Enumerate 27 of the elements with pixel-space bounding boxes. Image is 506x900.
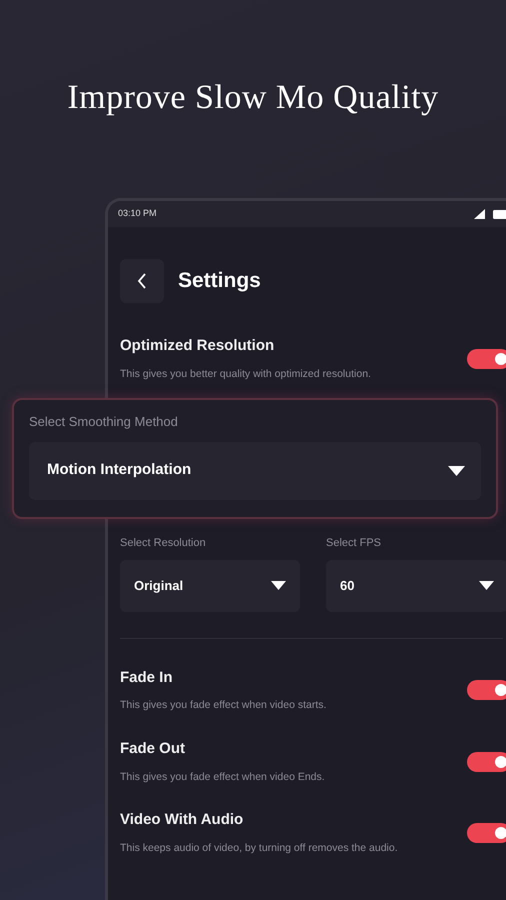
dropdown[interactable]: 60 (326, 560, 506, 612)
dropdown-caret-icon (271, 581, 286, 590)
page-title: Settings (178, 268, 261, 294)
setting-title: Fade Out (120, 739, 186, 759)
toggle-switch[interactable] (467, 348, 506, 369)
dropdown-caret-icon (479, 581, 494, 590)
signal-icon (474, 209, 485, 219)
battery-icon (493, 210, 506, 218)
dropdown[interactable]: Original (120, 560, 300, 612)
toggle-switch[interactable] (467, 822, 506, 843)
back-icon (137, 272, 147, 290)
field-label: Select Smoothing Method (29, 413, 179, 431)
setting-title: Video With Audio (120, 810, 244, 830)
field-label: Select Resolution (120, 536, 207, 552)
headline: Improve Slow Mo Quality (66, 78, 440, 118)
setting-description: This keeps audio of video, by turning off removes the audio. (120, 840, 398, 856)
setting-description: This gives you fade effect when video starts. (120, 698, 326, 714)
status-time: 03:10 PM (118, 207, 157, 220)
setting-title: Optimized Resolution (120, 336, 276, 356)
toggle-switch[interactable] (467, 680, 506, 700)
field-label: Select FPS (326, 536, 382, 552)
toggle-switch[interactable] (467, 752, 506, 772)
setting-title: Fade In (120, 668, 174, 688)
smoothing-dropdown[interactable]: Motion Interpolation (29, 442, 481, 500)
setting-description: This gives you fade effect when video Ends. (120, 770, 325, 784)
dropdown-caret-icon (448, 466, 465, 476)
setting-description: This gives you better quality with optimized resolution. (120, 366, 371, 382)
